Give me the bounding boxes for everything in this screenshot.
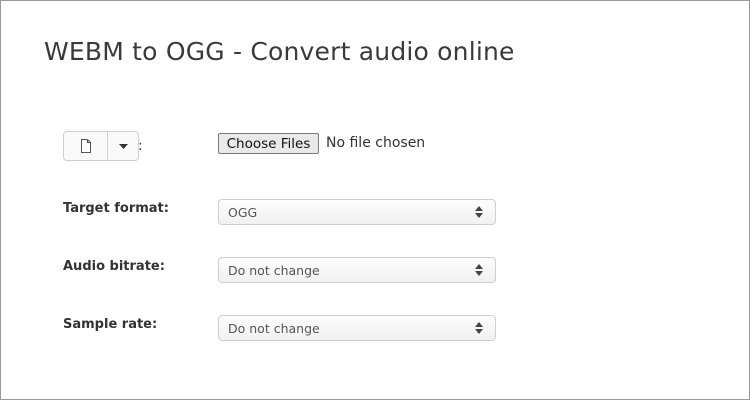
source-file-button[interactable] (63, 131, 108, 161)
select-arrows-icon (469, 322, 489, 334)
caret-down-icon (118, 143, 128, 149)
target-format-label: Target format: (63, 201, 169, 216)
source-separator: : (138, 138, 143, 154)
sample-rate-value: Do not change (228, 320, 320, 336)
choose-files-button[interactable]: Choose Files (218, 133, 319, 154)
audio-bitrate-select[interactable]: Do not change (218, 257, 496, 283)
file-status-text: No file chosen (326, 135, 426, 151)
audio-bitrate-value: Do not change (228, 262, 320, 278)
target-format-select[interactable]: OGG (218, 199, 496, 225)
select-arrows-icon (469, 264, 489, 276)
audio-bitrate-label: Audio bitrate: (63, 259, 165, 274)
file-icon (80, 139, 91, 153)
sample-rate-label: Sample rate: (63, 317, 158, 332)
target-format-value: OGG (228, 204, 258, 220)
sample-rate-select[interactable]: Do not change (218, 315, 496, 341)
source-dropdown-button[interactable] (108, 131, 139, 161)
page-title: WEBM to OGG - Convert audio online (44, 37, 515, 66)
source-selector[interactable] (63, 131, 139, 161)
select-arrows-icon (469, 206, 489, 218)
page-frame: WEBM to OGG - Convert audio online : Cho… (0, 0, 750, 400)
